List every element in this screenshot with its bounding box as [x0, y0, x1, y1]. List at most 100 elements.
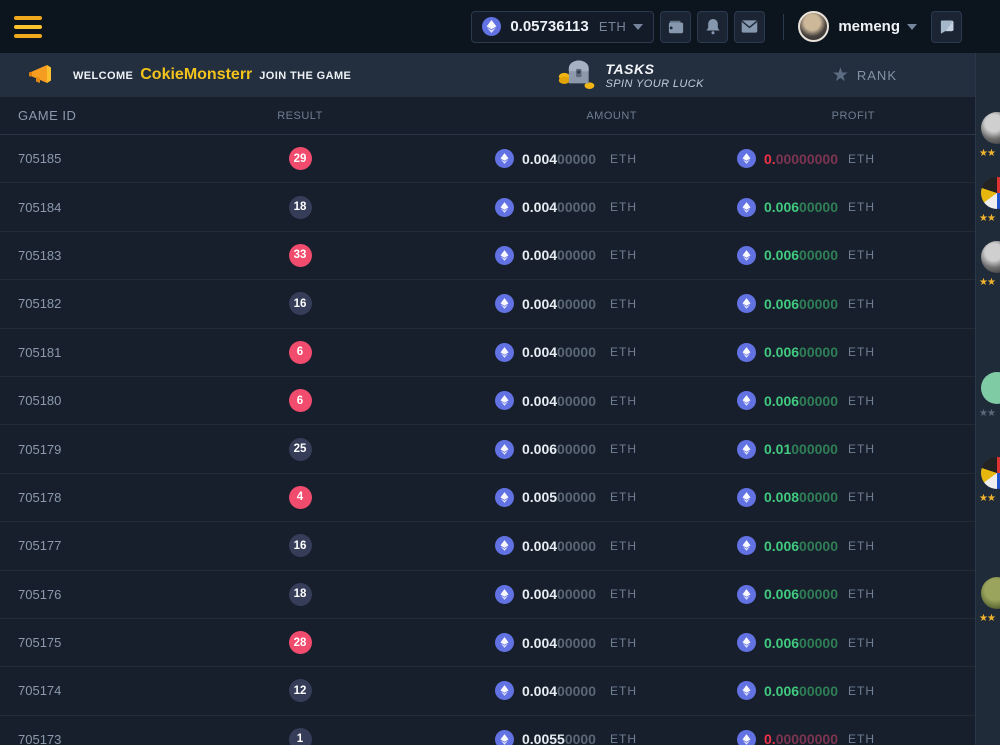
balance-selector[interactable]: 0.05736113 ETH: [471, 11, 654, 43]
amount-trailing-zeros: 00000: [557, 683, 596, 699]
table-row[interactable]: 705180 6 0.00400000 ETH 0.00600000 ETH: [0, 377, 975, 425]
table-row[interactable]: 705179 25 0.00600000 ETH 0.01000000 ETH: [0, 425, 975, 473]
chevron-down-icon: [907, 24, 917, 30]
profit-trailing-zeros: 00000000: [776, 731, 838, 745]
game-id: 705174: [0, 683, 230, 698]
table-row[interactable]: 705181 6 0.00400000 ETH 0.00600000 ETH: [0, 329, 975, 377]
tasks-subtitle: SPIN YOUR LUCK: [606, 78, 704, 90]
profit-value: 0.006: [764, 635, 799, 651]
wallet-button[interactable]: [660, 11, 691, 43]
currency-label: ETH: [848, 636, 875, 650]
rank-button[interactable]: ★ RANK: [832, 66, 897, 85]
eth-icon: [737, 536, 756, 555]
table-body: 705185 29 0.00400000 ETH 0.00000000 ETH …: [0, 135, 975, 745]
currency-label: ETH: [848, 539, 875, 553]
profit-trailing-zeros: 00000: [799, 344, 838, 360]
amount-cell: 0.00550000 ETH: [370, 730, 673, 745]
profit-cell: 0.01000000 ETH: [673, 440, 975, 459]
eth-icon: [737, 585, 756, 604]
result-badge: 6: [289, 341, 312, 364]
eth-icon: [495, 343, 514, 362]
header-amount: AMOUNT: [370, 110, 673, 122]
eth-icon: [737, 633, 756, 652]
profit-value: 0.006: [764, 683, 799, 699]
table-row[interactable]: 705174 12 0.00400000 ETH 0.00600000 ETH: [0, 667, 975, 715]
table-row[interactable]: 705184 18 0.00400000 ETH 0.00600000 ETH: [0, 183, 975, 231]
tasks-title: TASKS: [606, 61, 704, 77]
game-id: 705178: [0, 490, 230, 505]
menu-hamburger-icon[interactable]: [14, 16, 42, 38]
amount-cell: 0.00400000 ETH: [370, 198, 673, 217]
amount-cell: 0.00400000 ETH: [370, 681, 673, 700]
currency-label: ETH: [848, 442, 875, 456]
chat-avatar: [981, 112, 1000, 144]
eth-icon: [737, 681, 756, 700]
amount-trailing-zeros: 00000: [557, 393, 596, 409]
currency-label: ETH: [610, 539, 637, 553]
profit-value: 0.006: [764, 586, 799, 602]
eth-icon: [737, 149, 756, 168]
table-row[interactable]: 705176 18 0.00400000 ETH 0.00600000 ETH: [0, 571, 975, 619]
eth-icon: [495, 246, 514, 265]
table-row[interactable]: 705178 4 0.00500000 ETH 0.00800000 ETH: [0, 474, 975, 522]
game-id: 705182: [0, 296, 230, 311]
megaphone-icon: [28, 63, 55, 87]
profit-trailing-zeros: 00000000: [776, 151, 838, 167]
tasks-button[interactable]: TASKS SPIN YOUR LUCK: [558, 59, 704, 91]
treasure-chest-icon: [558, 59, 598, 91]
eth-icon: [482, 17, 501, 36]
table-row[interactable]: 705173 1 0.00550000 ETH 0.00000000 ETH: [0, 716, 975, 745]
table-header: GAME ID RESULT AMOUNT PROFIT: [0, 97, 975, 135]
eth-icon: [737, 440, 756, 459]
profit-trailing-zeros: 00000: [799, 489, 838, 505]
amount-cell: 0.00600000 ETH: [370, 440, 673, 459]
amount-cell: 0.00400000 ETH: [370, 536, 673, 555]
profit-cell: 0.00600000 ETH: [673, 633, 975, 652]
profit-value: 0.008: [764, 489, 799, 505]
messages-button[interactable]: [734, 11, 765, 43]
table-row[interactable]: 705185 29 0.00400000 ETH 0.00000000 ETH: [0, 135, 975, 183]
amount-trailing-zeros: 00000: [557, 199, 596, 215]
currency-label: ETH: [610, 490, 637, 504]
table-row[interactable]: 705182 16 0.00400000 ETH 0.00600000 ETH: [0, 280, 975, 328]
chat-user: ★★: [981, 112, 1000, 159]
amount-cell: 0.00400000 ETH: [370, 585, 673, 604]
result-badge: 29: [289, 147, 312, 170]
chat-sidebar[interactable]: ★★★★★★★★★★★★: [975, 53, 1000, 745]
currency-label: ETH: [848, 297, 875, 311]
chevron-down-icon: [633, 24, 643, 30]
username: memeng: [838, 18, 900, 35]
table-row[interactable]: 705177 16 0.00400000 ETH 0.00600000 ETH: [0, 522, 975, 570]
table-row[interactable]: 705183 33 0.00400000 ETH 0.00600000 ETH: [0, 232, 975, 280]
user-avatar: [798, 11, 829, 42]
result-badge: 28: [289, 631, 312, 654]
amount-cell: 0.00400000 ETH: [370, 343, 673, 362]
chat-avatar: [981, 577, 1000, 609]
amount-trailing-zeros: 00000: [557, 635, 596, 651]
star-icon: ★: [832, 66, 849, 85]
amount-trailing-zeros: 00000: [557, 151, 596, 167]
chat-avatar: [981, 177, 1000, 209]
profit-trailing-zeros: 00000: [799, 296, 838, 312]
amount-value: 0.004: [522, 586, 557, 602]
eth-icon: [495, 536, 514, 555]
amount-cell: 0.00400000 ETH: [370, 391, 673, 410]
profit-cell: 0.00600000 ETH: [673, 198, 975, 217]
chat-avatar: [981, 241, 1000, 273]
game-id: 705183: [0, 248, 230, 263]
balance-currency: ETH: [599, 19, 627, 34]
currency-label: ETH: [610, 684, 637, 698]
amount-value: 0.004: [522, 683, 557, 699]
amount-value: 0.005: [522, 489, 557, 505]
chat-toggle-button[interactable]: [931, 11, 962, 43]
chat-user: ★★: [981, 177, 1000, 224]
profit-value: 0.006: [764, 247, 799, 263]
game-id: 705179: [0, 442, 230, 457]
rank-label: RANK: [857, 68, 897, 83]
result-badge: 4: [289, 486, 312, 509]
profit-trailing-zeros: 00000: [799, 393, 838, 409]
user-menu[interactable]: memeng: [798, 11, 917, 42]
table-row[interactable]: 705175 28 0.00400000 ETH 0.00600000 ETH: [0, 619, 975, 667]
profit-trailing-zeros: 00000: [799, 199, 838, 215]
notifications-button[interactable]: [697, 11, 728, 43]
